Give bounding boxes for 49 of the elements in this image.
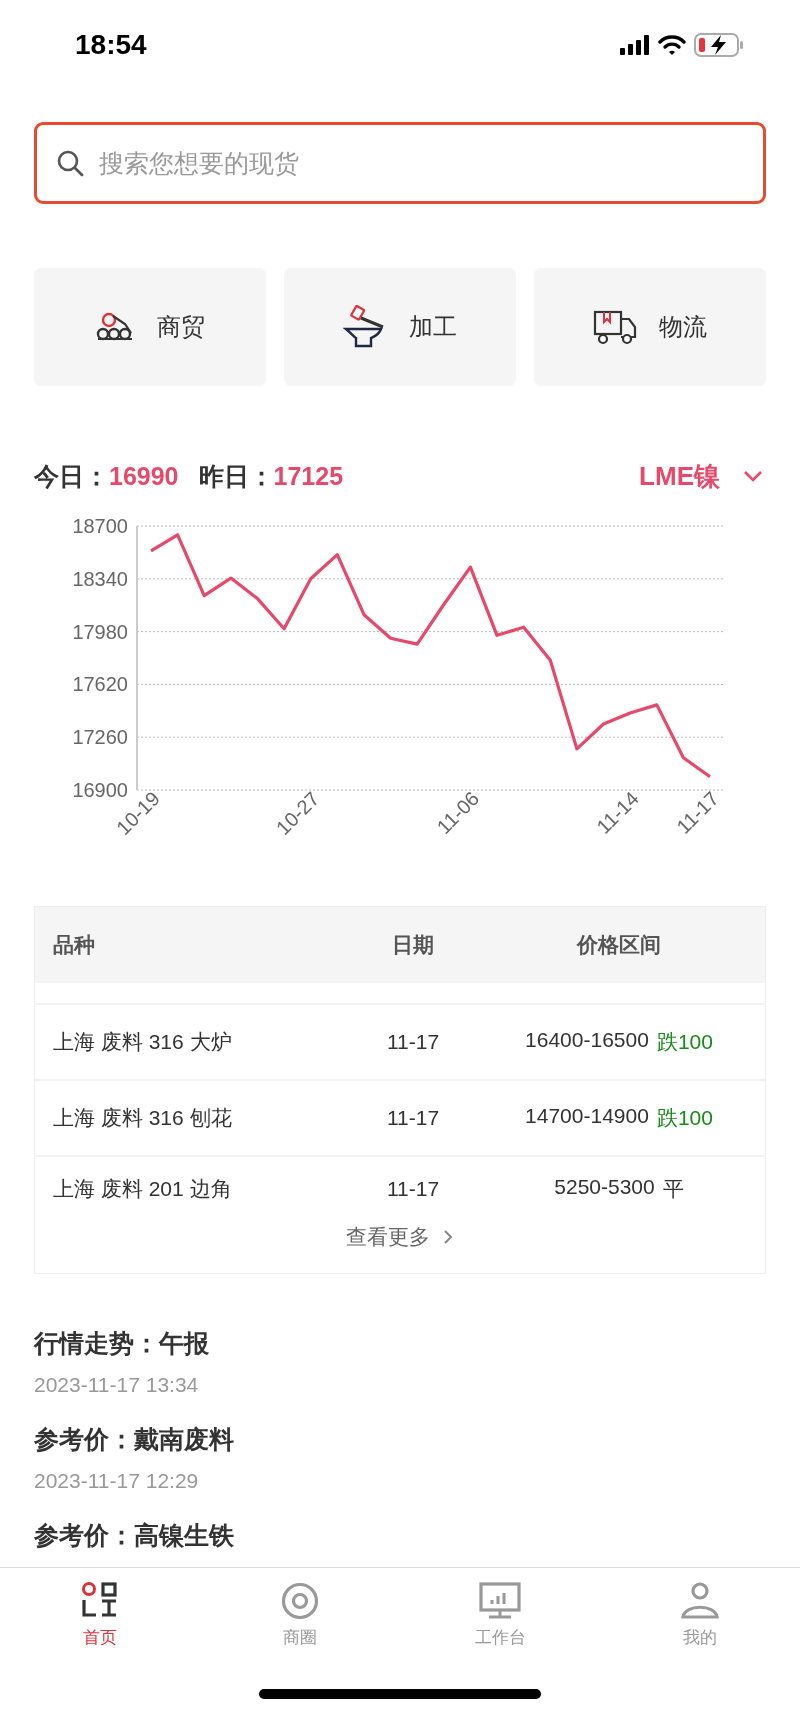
search-field[interactable]: 搜索您想要的现货 [34, 122, 766, 204]
y-tick-label: 17620 [72, 673, 128, 696]
pipes-icon [95, 311, 135, 343]
table-cell-text: 上海 废料 316 刨花 [52, 1105, 233, 1131]
home-icon [80, 1582, 120, 1620]
shortcut-card[interactable]: 加工 [284, 268, 516, 386]
today-price: 16990 [109, 461, 179, 491]
status-time: 18:54 [75, 29, 147, 61]
view-more-link[interactable]: 查看更多 [346, 1223, 454, 1251]
shortcut-card[interactable]: 物流 [534, 268, 766, 386]
tab-bar-item[interactable]: 首页 [0, 1582, 200, 1649]
price-change: 跌100 [656, 1029, 713, 1055]
news-title[interactable]: 参考价：戴南废料 [34, 1416, 766, 1462]
news-time: 2023-11-17 13:34 [34, 1372, 200, 1398]
truck-icon [593, 309, 637, 345]
y-tick-label: 18700 [72, 515, 128, 537]
table-cell-text: 上海 废料 316 大炉 [52, 1029, 233, 1055]
yesterday-label: 昨日： [198, 460, 274, 492]
signal-icon [620, 35, 650, 55]
person-icon [680, 1582, 720, 1620]
search-icon [56, 149, 84, 177]
news-title[interactable]: 行情走势：午报 [34, 1320, 766, 1366]
column-header: 价格区间 [575, 932, 662, 958]
price-range: 16400-16500 [525, 1028, 649, 1053]
price-range: 5250-5300 [554, 1175, 655, 1200]
y-tick-label: 18340 [72, 567, 128, 590]
price-range: 14700-14900 [525, 1104, 649, 1129]
target-icon [281, 1582, 319, 1620]
y-tick-label: 17980 [72, 620, 128, 643]
table-cell-text: 上海 废料 201 边角 [52, 1176, 233, 1202]
chevron-right-icon [442, 1228, 454, 1246]
today-label: 今日： [34, 460, 109, 492]
table-cell-text: 11-17 [385, 1030, 441, 1054]
column-header: 日期 [391, 932, 435, 958]
yesterday-price: 17125 [273, 461, 344, 491]
table-cell-text: 11-17 [385, 1177, 441, 1201]
price-change: 跌100 [656, 1105, 713, 1131]
table-cell-text: 11-17 [385, 1106, 441, 1130]
monitor-icon [479, 1582, 521, 1620]
news-time: 2023-11-17 12:29 [34, 1468, 200, 1494]
battery-icon [694, 33, 744, 57]
chevron-down-icon [742, 469, 764, 483]
shortcut-card[interactable]: 商贸 [34, 268, 266, 386]
column-header: 品种 [52, 932, 96, 958]
news-title[interactable]: 参考价：高镍生铁 [34, 1512, 766, 1558]
metal-selector[interactable]: LME镍 [639, 458, 766, 494]
wifi-icon [658, 35, 686, 55]
y-tick-label: 17260 [72, 726, 128, 749]
price-change: 平 [662, 1176, 684, 1202]
